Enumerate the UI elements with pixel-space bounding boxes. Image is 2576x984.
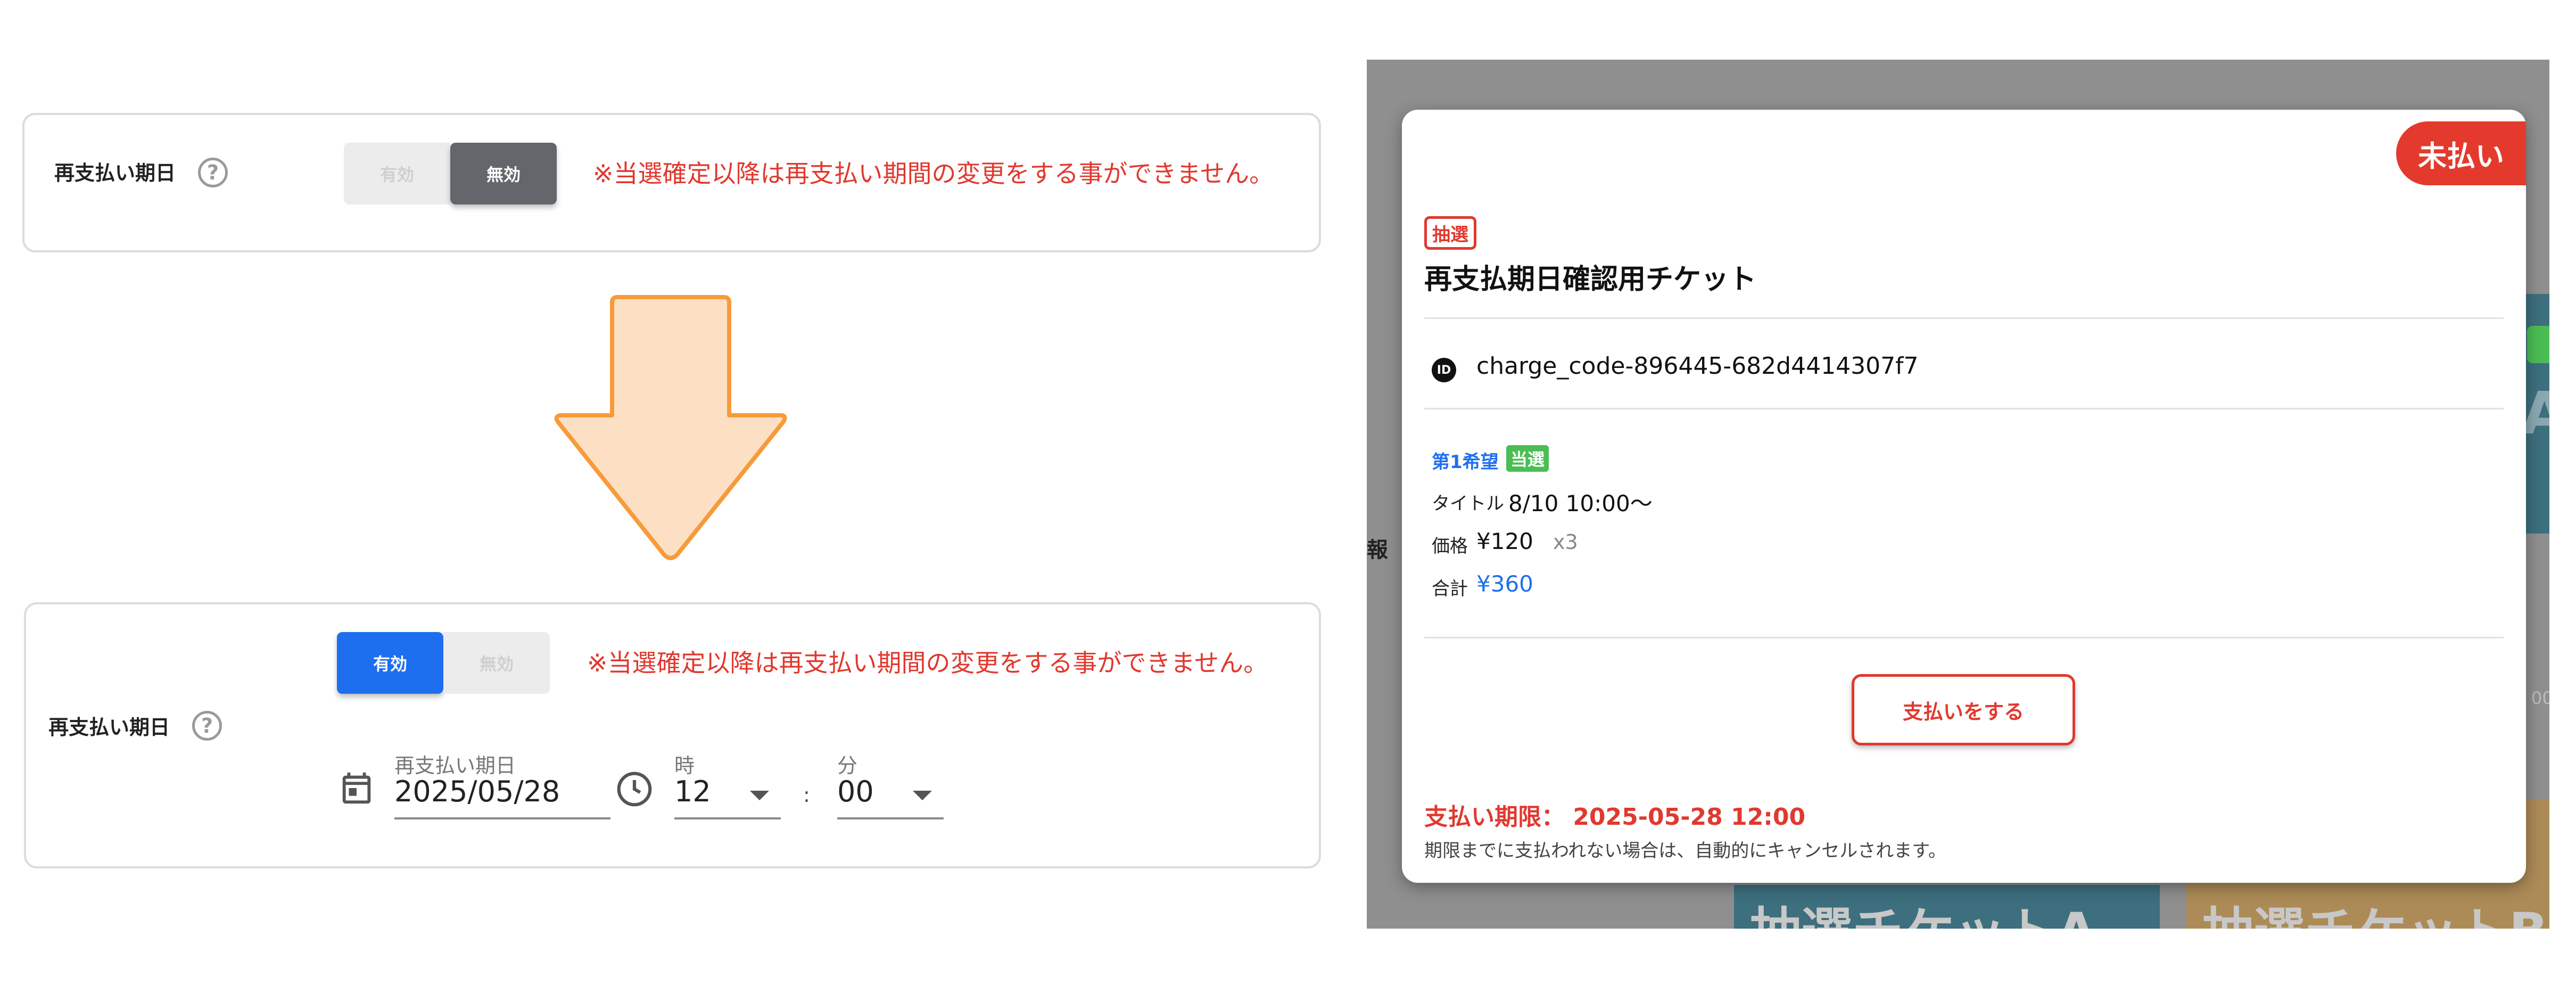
divider [1424, 317, 2504, 319]
total-value: ¥360 [1476, 571, 1533, 597]
deadline-note: 期限までに支払われない場合は、自動的にキャンセルされます。 [1424, 840, 1946, 862]
background-card-title: 抽選チケットA [1750, 890, 2096, 929]
id-icon: ID [1432, 358, 1456, 382]
field-label: 再支払い期日 [54, 161, 176, 185]
background-card-title: 抽選チケットB [2202, 890, 2548, 929]
price-label: 価格 [1432, 536, 1468, 557]
chevron-down-icon[interactable] [750, 791, 769, 800]
warning-text: ※当選確定以降は再支払い期間の変更をする事ができません。 [587, 649, 1268, 677]
payment-deadline: 支払い期限： 2025-05-28 12:00 [1424, 803, 1806, 831]
background-badge [2527, 326, 2549, 363]
status-badge: 未払い [2396, 121, 2526, 185]
hour-select-underline [674, 817, 781, 819]
toggle-disabled-button[interactable]: 無効 [450, 143, 557, 204]
price-value: ¥120 [1476, 528, 1533, 554]
ticket-detail-modal: 未払い 抽選 再支払期日確認用チケット ID charge_code-89644… [1402, 110, 2526, 883]
clock-icon [617, 772, 652, 807]
toggle-disabled-button[interactable]: 無効 [443, 632, 550, 694]
divider [1424, 637, 2504, 638]
help-icon[interactable]: ? [192, 711, 222, 741]
total-label: 合計 [1432, 578, 1468, 600]
quantity: x3 [1553, 530, 1578, 554]
minute-label: 分 [837, 754, 858, 777]
divider [1424, 408, 2504, 409]
background-text: 00 [2531, 688, 2549, 708]
enable-toggle: 有効 無効 [344, 143, 557, 204]
date-input-underline [394, 817, 610, 819]
down-arrow-icon [554, 295, 787, 560]
minute-select-underline [837, 817, 944, 819]
minute-select[interactable]: 00 [837, 775, 874, 808]
setting-panel-before: 再支払い期日 ? 有効 無効 ※当選確定以降は再支払い期間の変更をする事ができま… [22, 113, 1321, 252]
date-field-label: 再支払い期日 [394, 754, 516, 777]
date-input[interactable]: 2025/05/28 [394, 775, 560, 808]
title-label: タイトル [1432, 493, 1504, 514]
setting-panel-after: 再支払い期日 ? 有効 無効 ※当選確定以降は再支払い期間の変更をする事ができま… [24, 602, 1321, 868]
hour-select[interactable]: 12 [674, 775, 711, 808]
pay-button[interactable]: 支払いをする [1852, 674, 2075, 745]
lottery-badge: 抽選 [1424, 216, 1476, 250]
charge-code: charge_code-896445-682d4414307f7 [1476, 352, 1919, 380]
toggle-enabled-button[interactable]: 有効 [344, 143, 450, 204]
toggle-enabled-button[interactable]: 有効 [337, 632, 443, 694]
title-value: 8/10 10:00〜 [1508, 490, 1653, 516]
preference-label: 第1希望 [1432, 452, 1499, 473]
enable-toggle: 有効 無効 [337, 632, 550, 694]
win-badge: 当選 [1506, 445, 1549, 472]
chevron-down-icon[interactable] [913, 791, 932, 800]
warning-text: ※当選確定以降は再支払い期間の変更をする事ができません。 [593, 159, 1274, 188]
time-separator: : [803, 783, 810, 807]
background-text: 報 [1367, 538, 1388, 562]
calendar-icon[interactable] [338, 769, 375, 807]
hour-label: 時 [674, 754, 695, 777]
field-label: 再支払い期日 [48, 716, 170, 739]
help-icon[interactable]: ? [198, 158, 228, 187]
ticket-title: 再支払期日確認用チケット [1424, 264, 1757, 296]
